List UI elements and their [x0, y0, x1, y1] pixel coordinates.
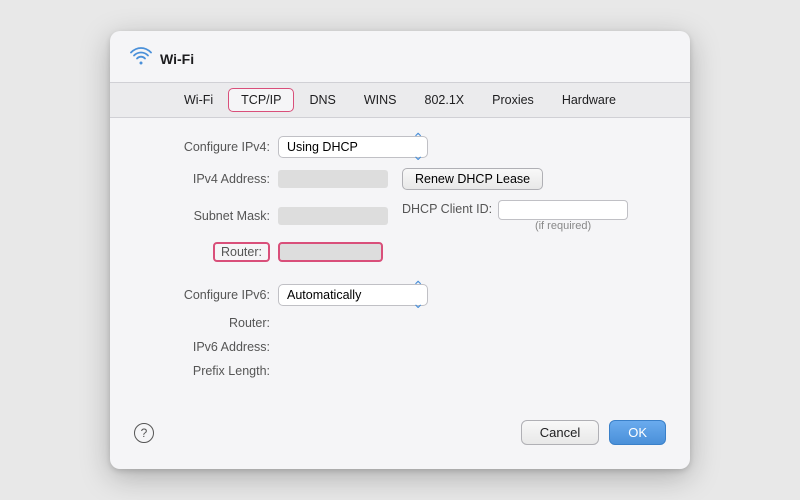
- configure-ipv4-value: Using DHCP Manually Off ⌃⌄: [278, 136, 660, 158]
- ipv4-address-row: IPv4 Address: Renew DHCP Lease: [140, 168, 660, 190]
- ipv4-address-label: IPv4 Address:: [140, 172, 270, 186]
- subnet-mask-value: DHCP Client ID: (if required): [278, 200, 660, 232]
- ipv6-address-label: IPv6 Address:: [140, 340, 270, 354]
- tab-proxies[interactable]: Proxies: [479, 88, 547, 112]
- tab-8021x[interactable]: 802.1X: [412, 88, 478, 112]
- network-preferences-window: Wi-Fi Wi-Fi TCP/IP DNS WINS 802.1X Proxi…: [110, 31, 690, 469]
- subnet-mask-label: Subnet Mask:: [140, 209, 270, 223]
- router-field[interactable]: [278, 242, 383, 262]
- configure-ipv6-label: Configure IPv6:: [140, 288, 270, 302]
- dhcp-client-label: DHCP Client ID:: [402, 200, 492, 216]
- tab-dns[interactable]: DNS: [296, 88, 348, 112]
- configure-ipv6-select[interactable]: Automatically Manually Off: [278, 284, 428, 306]
- tab-content: Configure IPv4: Using DHCP Manually Off …: [110, 118, 690, 398]
- prefix-length-label: Prefix Length:: [140, 364, 270, 378]
- wifi-icon: [130, 47, 152, 70]
- router-label: Router:: [213, 242, 270, 262]
- configure-ipv6-row: Configure IPv6: Automatically Manually O…: [140, 284, 660, 306]
- ipv6-router-row: Router:: [140, 316, 660, 330]
- subnet-mask-field[interactable]: [278, 207, 388, 225]
- title-bar: Wi-Fi: [110, 31, 690, 82]
- ipv6-router-label: Router:: [140, 316, 270, 330]
- tab-bar: Wi-Fi TCP/IP DNS WINS 802.1X Proxies Har…: [110, 82, 690, 118]
- window-footer: ? Cancel OK: [110, 408, 690, 449]
- ipv4-address-field[interactable]: [278, 170, 388, 188]
- window-title: Wi-Fi: [160, 51, 194, 67]
- cancel-button[interactable]: Cancel: [521, 420, 599, 445]
- tab-wins[interactable]: WINS: [351, 88, 410, 112]
- tab-wifi[interactable]: Wi-Fi: [171, 88, 226, 112]
- dhcp-client-col: (if required): [498, 200, 628, 232]
- configure-ipv4-select-wrapper: Using DHCP Manually Off ⌃⌄: [278, 136, 428, 158]
- router-row: Router:: [140, 242, 660, 262]
- subnet-mask-row: Subnet Mask: DHCP Client ID: (if require…: [140, 200, 660, 232]
- configure-ipv4-label: Configure IPv4:: [140, 140, 270, 154]
- configure-ipv4-row: Configure IPv4: Using DHCP Manually Off …: [140, 136, 660, 158]
- if-required-text: (if required): [498, 220, 628, 232]
- footer-buttons: Cancel OK: [521, 420, 666, 445]
- configure-ipv4-select[interactable]: Using DHCP Manually Off: [278, 136, 428, 158]
- dhcp-client-section: DHCP Client ID: (if required): [402, 200, 628, 232]
- configure-ipv6-select-wrapper: Automatically Manually Off ⌃⌄: [278, 284, 428, 306]
- renew-dhcp-button[interactable]: Renew DHCP Lease: [402, 168, 543, 190]
- tab-hardware[interactable]: Hardware: [549, 88, 629, 112]
- tab-tcpip[interactable]: TCP/IP: [228, 88, 294, 112]
- ipv6-address-row: IPv6 Address:: [140, 340, 660, 354]
- prefix-length-row: Prefix Length:: [140, 364, 660, 378]
- router-value: [278, 242, 660, 262]
- ipv4-address-value: Renew DHCP Lease: [278, 168, 660, 190]
- dhcp-client-field[interactable]: [498, 200, 628, 220]
- ok-button[interactable]: OK: [609, 420, 666, 445]
- configure-ipv6-value: Automatically Manually Off ⌃⌄: [278, 284, 660, 306]
- help-button[interactable]: ?: [134, 423, 154, 443]
